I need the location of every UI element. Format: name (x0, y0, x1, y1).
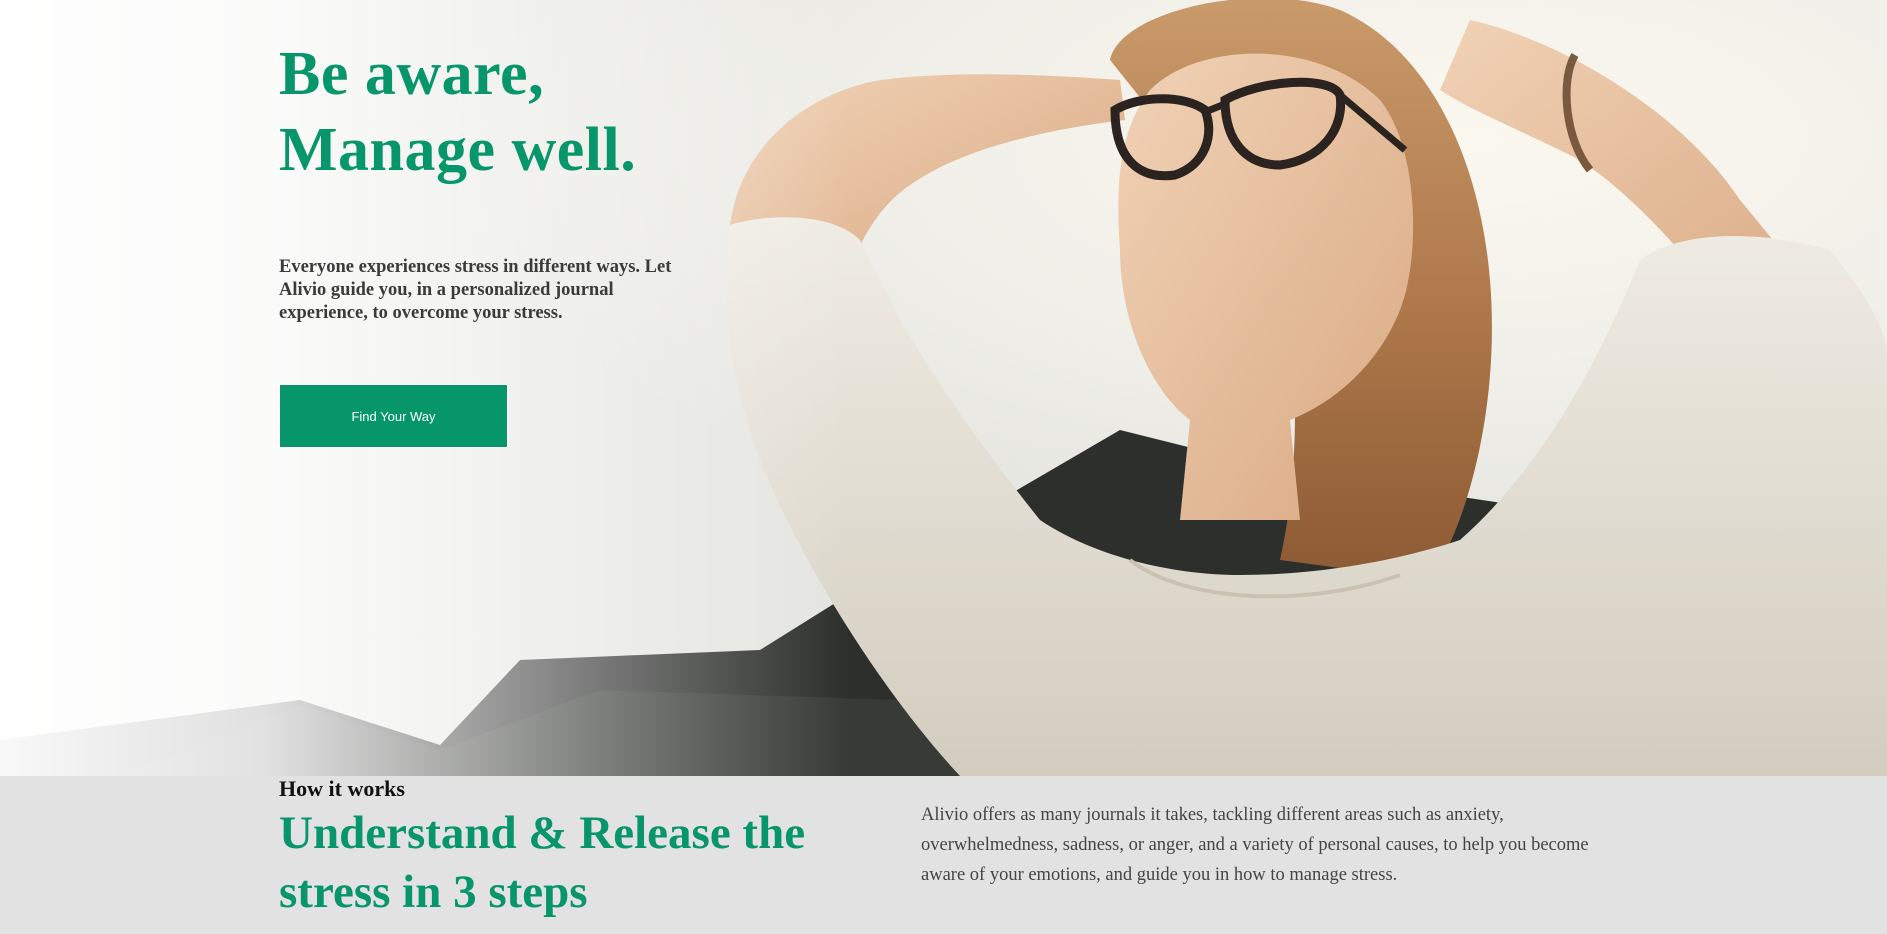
hero-content: Be aware, Manage well. Everyone experien… (279, 36, 739, 448)
hero-section: Be aware, Manage well. Everyone experien… (0, 0, 1887, 776)
hero-title-line-2: Manage well. (279, 116, 637, 184)
hero-title: Be aware, Manage well. (279, 36, 739, 188)
how-it-works-section: How it works Understand & Release the st… (0, 776, 1887, 934)
find-your-way-button[interactable]: Find Your Way (279, 384, 508, 448)
section-description: Alivio offers as many journals it takes,… (921, 805, 1589, 885)
section-eyebrow: How it works (279, 776, 405, 801)
hero-title-line-1: Be aware, (279, 40, 545, 108)
hero-subtitle: Everyone experiences stress in different… (279, 257, 672, 323)
section-title: Understand & Release the stress in 3 ste… (279, 807, 806, 918)
